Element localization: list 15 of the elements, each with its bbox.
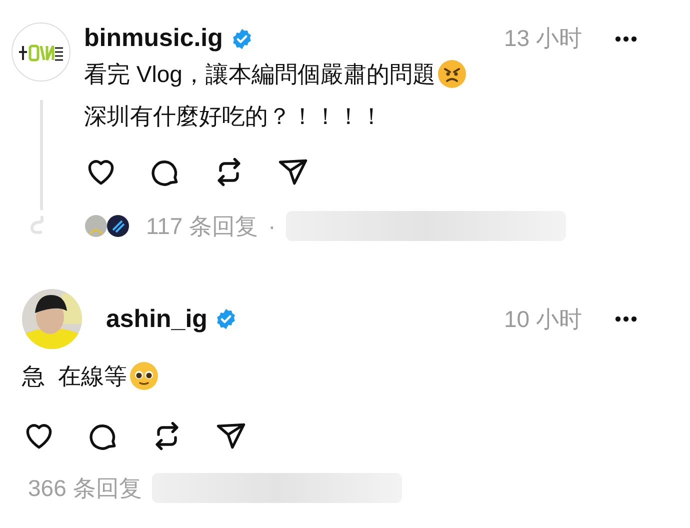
username[interactable]: ashin_ig [106,306,208,332]
post-time: 13 小时 [504,27,582,50]
post-text: 深圳有什麼好吃的？！！！！ [84,102,383,131]
reply-avatar [84,214,108,238]
reply-avatar [106,214,130,238]
verified-badge-icon [230,28,253,50]
more-icon[interactable] [614,34,638,42]
post-time: 10 小时 [504,308,582,330]
post-text: 看完 Vlog，讓本編問個嚴肅的問題 [84,60,436,89]
post-text: 急 在線等 [22,362,127,391]
thread-curl-icon [30,216,44,234]
verified-badge-icon [215,308,238,330]
more-icon[interactable] [614,315,638,323]
separator-dot: · [268,214,276,238]
username[interactable]: binmusic.ig [84,26,223,51]
